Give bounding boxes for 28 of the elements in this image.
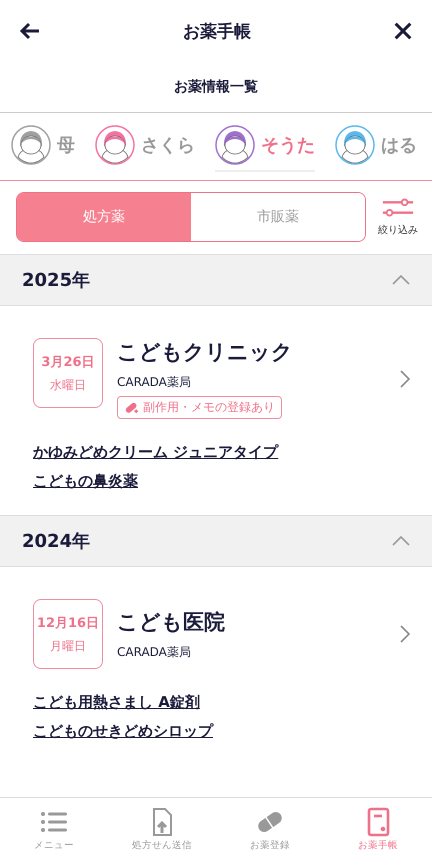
close-icon[interactable] <box>392 20 414 42</box>
pharmacy-name: CARADA薬局 <box>117 374 191 391</box>
profile-tab[interactable]: 母 <box>11 121 75 172</box>
profile-tab[interactable]: はる <box>335 121 417 172</box>
collapse-chevron-icon[interactable] <box>392 275 410 285</box>
chevron-right-icon[interactable] <box>400 370 410 388</box>
drug-link[interactable]: こども用熱さまし A錠剤 <box>33 693 200 712</box>
profile-tab[interactable]: そうた <box>215 121 315 172</box>
section-title: お薬情報一覧 <box>174 78 258 96</box>
chevron-right-icon[interactable] <box>400 625 410 643</box>
drug-link[interactable]: こどもの鼻炎薬 <box>33 472 138 491</box>
segment-tab[interactable]: 処方薬 <box>17 193 191 241</box>
bandage-icon <box>124 400 139 415</box>
date-badge: 3月26日 水曜日 <box>33 338 103 408</box>
year-heading: 2025年 <box>22 269 90 292</box>
drug-link[interactable]: こどものせきどめシロップ <box>33 722 213 741</box>
screen-title: お薬手帳 <box>183 20 251 42</box>
collapse-chevron-icon[interactable] <box>392 536 410 546</box>
clinic-name: こどもクリニック <box>117 339 293 366</box>
year-heading: 2024年 <box>22 530 90 553</box>
drug-link[interactable]: かゆみどめクリーム ジュニアタイプ <box>33 443 278 462</box>
clinic-name: こども医院 <box>117 608 225 636</box>
profile-tab[interactable]: さくら <box>95 121 195 172</box>
date-badge: 12月16日 月曜日 <box>33 599 103 669</box>
pharmacy-name: CARADA薬局 <box>117 644 191 660</box>
sliders-icon <box>381 197 415 219</box>
memo-tag: 副作用・メモの登録あり <box>117 396 282 419</box>
filter-button[interactable]: 絞り込み <box>378 197 418 237</box>
